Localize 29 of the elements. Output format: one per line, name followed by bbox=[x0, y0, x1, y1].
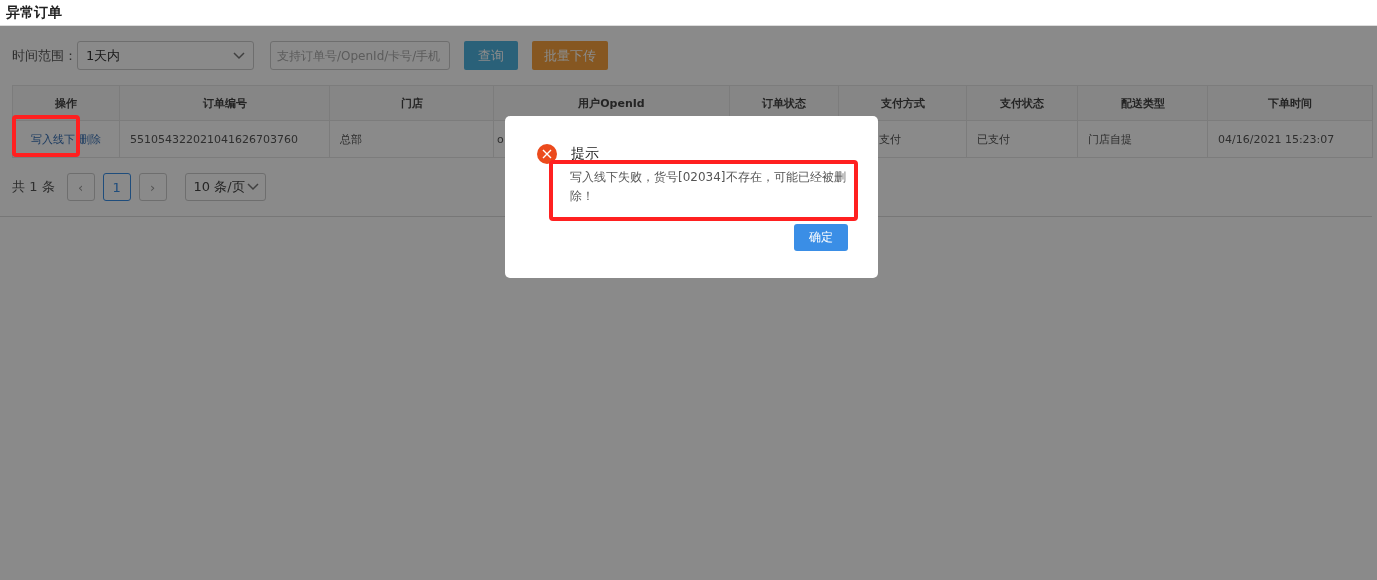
table-cell: 04/16/2021 15:23:07 bbox=[1207, 120, 1373, 158]
column-header: 配送类型 bbox=[1077, 85, 1208, 121]
query-button[interactable]: 查询 bbox=[464, 41, 518, 70]
time-range-label: 时间范围： bbox=[12, 46, 77, 65]
column-header: 操作 bbox=[12, 85, 120, 121]
prev-page-button[interactable]: ‹ bbox=[66, 173, 95, 201]
time-range-select[interactable]: 1天内 bbox=[77, 41, 254, 70]
table-cell: 门店自提 bbox=[1077, 120, 1208, 158]
total-count: 共 1 条 bbox=[12, 178, 55, 196]
column-header: 门店 bbox=[329, 85, 494, 121]
column-header: 支付状态 bbox=[966, 85, 1078, 121]
column-header: 支付方式 bbox=[838, 85, 967, 121]
column-header: 订单编号 bbox=[119, 85, 330, 121]
delete-link[interactable]: 删除 bbox=[79, 132, 101, 146]
table-cell: 总部 bbox=[329, 120, 494, 158]
table-cell: 551054322021041626703760 bbox=[119, 120, 330, 158]
chevron-down-icon bbox=[233, 51, 245, 60]
table-cell: 已支付 bbox=[966, 120, 1078, 158]
page-size-select[interactable]: 10 条/页 bbox=[184, 173, 266, 201]
batch-upload-button[interactable]: 批量下传 bbox=[532, 41, 608, 70]
dialog-title: 提示 bbox=[571, 145, 599, 163]
next-page-button[interactable]: › bbox=[138, 173, 167, 201]
write-offline-link[interactable]: 写入线下 bbox=[31, 132, 75, 146]
chevron-down-icon bbox=[246, 183, 259, 191]
page-button[interactable]: 1 bbox=[102, 173, 131, 201]
error-icon bbox=[537, 144, 557, 164]
column-header: 下单时间 bbox=[1207, 85, 1373, 121]
dialog-message: 写入线下失败，货号[02034]不存在，可能已经被删除！ bbox=[570, 169, 847, 205]
ok-button[interactable]: 确定 bbox=[794, 224, 848, 251]
